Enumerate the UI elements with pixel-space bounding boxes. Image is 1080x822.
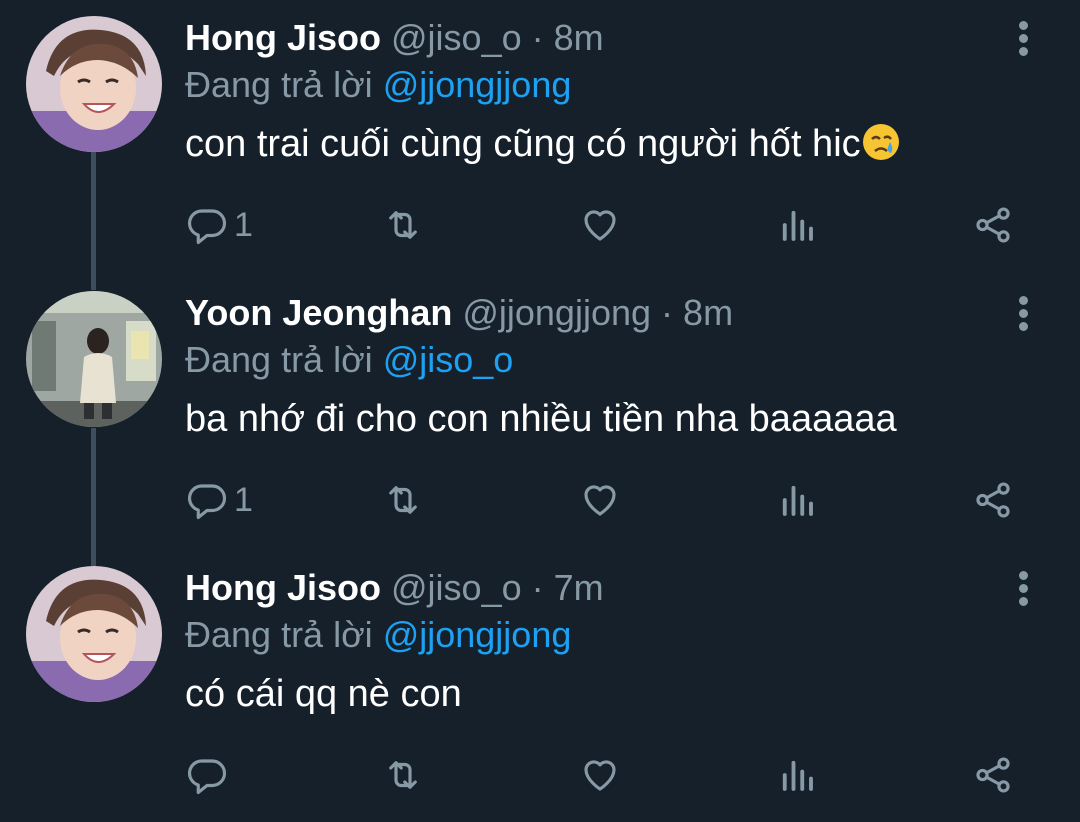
crying-face-emoji bbox=[862, 124, 899, 160]
analytics-button[interactable] bbox=[776, 752, 818, 798]
reply-thread: Hong Jisoo @jiso_o · 8m Đang trả lời @jj… bbox=[0, 0, 1080, 822]
like-button[interactable] bbox=[579, 752, 621, 798]
reply-button[interactable]: 1 bbox=[186, 202, 253, 248]
retweet-icon bbox=[389, 486, 417, 514]
tweet-text: có cái qq nè con bbox=[185, 673, 462, 715]
avatar[interactable] bbox=[26, 566, 162, 702]
tweet-actions: 1 bbox=[0, 477, 1080, 527]
like-icon bbox=[584, 760, 616, 791]
retweet-button[interactable] bbox=[382, 477, 424, 523]
analytics-button[interactable] bbox=[776, 202, 818, 248]
replying-to: Đang trả lời @jjongjjong bbox=[185, 63, 571, 107]
user-handle[interactable]: @jiso_o bbox=[391, 567, 522, 608]
tweet-header: Hong Jisoo @jiso_o · 8m bbox=[185, 16, 604, 60]
reply-icon bbox=[188, 759, 227, 795]
avatar-image bbox=[26, 16, 162, 152]
tweet[interactable]: Yoon Jeonghan @jjongjjong · 8m Đang trả … bbox=[0, 291, 1080, 551]
mention-link[interactable]: @jjongjjong bbox=[383, 64, 572, 105]
user-handle[interactable]: @jjongjjong bbox=[462, 292, 651, 333]
analytics-icon bbox=[782, 485, 813, 516]
reply-icon bbox=[188, 484, 227, 520]
share-icon bbox=[976, 757, 1010, 793]
display-name[interactable]: Hong Jisoo bbox=[185, 567, 381, 608]
replying-to: Đang trả lời @jiso_o bbox=[185, 338, 513, 382]
more-options-icon[interactable] bbox=[1014, 568, 1034, 608]
user-handle[interactable]: @jiso_o bbox=[391, 17, 522, 58]
analytics-icon bbox=[782, 210, 813, 241]
timestamp[interactable]: 7m bbox=[554, 567, 604, 608]
tweet-text: con trai cuối cùng cũng có người hốt hic bbox=[185, 120, 901, 168]
avatar-image bbox=[26, 566, 162, 702]
like-button[interactable] bbox=[579, 202, 621, 248]
tweet[interactable]: Hong Jisoo @jiso_o · 7m Đang trả lời @jj… bbox=[0, 566, 1080, 822]
mention-link[interactable]: @jjongjjong bbox=[383, 614, 572, 655]
replying-prefix: Đang trả lời bbox=[185, 339, 373, 380]
retweet-icon bbox=[389, 211, 417, 239]
retweet-button[interactable] bbox=[382, 202, 424, 248]
tweet[interactable]: Hong Jisoo @jiso_o · 8m Đang trả lời @jj… bbox=[0, 16, 1080, 276]
separator: · bbox=[531, 17, 544, 58]
retweet-icon bbox=[389, 761, 417, 789]
like-icon bbox=[584, 210, 616, 241]
more-options-icon[interactable] bbox=[1014, 18, 1034, 58]
replying-prefix: Đang trả lời bbox=[185, 64, 373, 105]
analytics-button[interactable] bbox=[776, 477, 818, 523]
separator: · bbox=[661, 292, 674, 333]
retweet-button[interactable] bbox=[382, 752, 424, 798]
tweet-actions: 1 bbox=[0, 202, 1080, 252]
like-icon bbox=[584, 485, 616, 516]
replying-prefix: Đang trả lời bbox=[185, 614, 373, 655]
separator: · bbox=[531, 567, 544, 608]
share-icon bbox=[976, 482, 1010, 518]
mention-link[interactable]: @jiso_o bbox=[383, 339, 514, 380]
share-button[interactable] bbox=[972, 202, 1014, 248]
reply-button[interactable]: 1 bbox=[186, 477, 253, 523]
replying-to: Đang trả lời @jjongjjong bbox=[185, 613, 571, 657]
tweet-text-content: con trai cuối cùng cũng có người hốt hic bbox=[185, 123, 861, 165]
reply-icon bbox=[188, 209, 227, 245]
more-options-icon[interactable] bbox=[1014, 293, 1034, 333]
timestamp[interactable]: 8m bbox=[554, 17, 604, 58]
tweet-header: Hong Jisoo @jiso_o · 7m bbox=[185, 566, 604, 610]
share-button[interactable] bbox=[972, 752, 1014, 798]
analytics-icon bbox=[782, 760, 813, 791]
tweet-actions bbox=[0, 752, 1080, 802]
reply-button[interactable] bbox=[186, 752, 234, 798]
display-name[interactable]: Yoon Jeonghan bbox=[185, 292, 452, 333]
display-name[interactable]: Hong Jisoo bbox=[185, 17, 381, 58]
avatar-image bbox=[26, 291, 162, 427]
share-icon bbox=[976, 207, 1010, 243]
share-button[interactable] bbox=[972, 477, 1014, 523]
like-button[interactable] bbox=[579, 477, 621, 523]
avatar[interactable] bbox=[26, 291, 162, 427]
tweet-text: ba nhớ đi cho con nhiều tiền nha baaaaaa bbox=[185, 398, 897, 440]
tweet-header: Yoon Jeonghan @jjongjjong · 8m bbox=[185, 291, 733, 335]
timestamp[interactable]: 8m bbox=[683, 292, 733, 333]
avatar[interactable] bbox=[26, 16, 162, 152]
reply-count: 1 bbox=[234, 205, 253, 244]
reply-count: 1 bbox=[234, 480, 253, 519]
